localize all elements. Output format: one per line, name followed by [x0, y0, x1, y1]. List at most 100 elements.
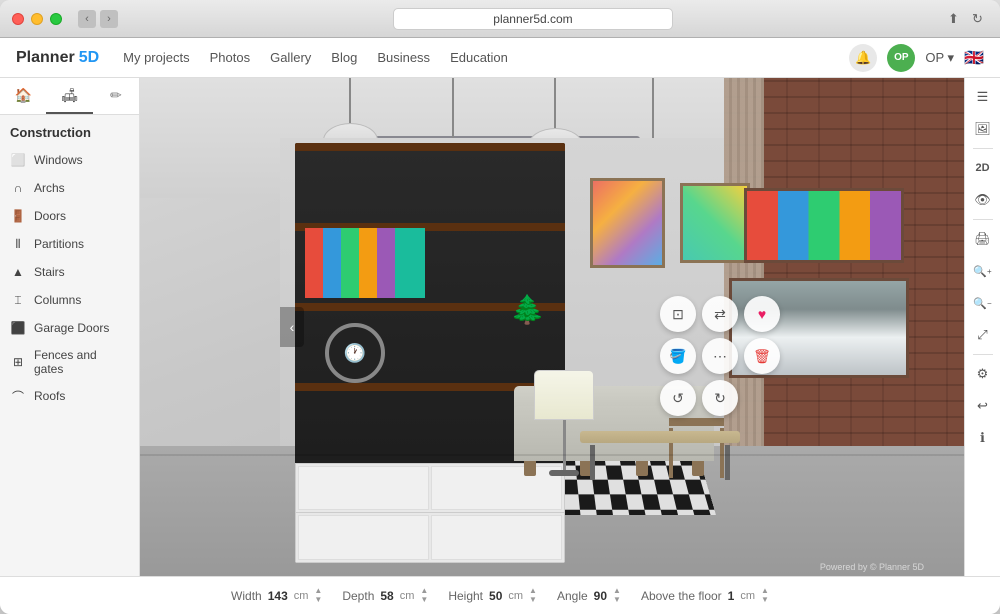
sidebar-item-archs[interactable]: ∩ Archs: [0, 174, 139, 202]
depth-up[interactable]: ▲: [420, 587, 428, 595]
wire-2: [452, 78, 454, 138]
zoom-out-btn[interactable]: 🔍−: [968, 288, 998, 318]
sidebar-item-doors[interactable]: 🚪 Doors: [0, 202, 139, 230]
fab-heart-btn[interactable]: ♥: [744, 296, 780, 332]
width-down[interactable]: ▼: [314, 596, 322, 604]
depth-spinner[interactable]: ▲ ▼: [420, 587, 428, 604]
nav-business[interactable]: Business: [377, 50, 430, 65]
back-button[interactable]: ‹: [78, 10, 96, 28]
fab-flip-btn[interactable]: ⇄: [702, 296, 738, 332]
height-down[interactable]: ▼: [529, 596, 537, 604]
height-spinner[interactable]: ▲ ▼: [529, 587, 537, 604]
coffee-table-top: [580, 431, 740, 443]
nav-photos[interactable]: Photos: [210, 50, 250, 65]
fab-more-btn[interactable]: ⋯: [702, 338, 738, 374]
notifications-bell[interactable]: 🔔: [849, 44, 877, 72]
depth-label: Depth: [342, 589, 374, 603]
forward-button[interactable]: ›: [100, 10, 118, 28]
coffee-table-leg-2: [725, 445, 730, 480]
separator-2: [973, 219, 993, 220]
browser-nav: ‹ ›: [78, 10, 118, 28]
doors-label: Doors: [34, 209, 66, 223]
columns-label: Columns: [34, 293, 81, 307]
roofs-label: Roofs: [34, 389, 65, 403]
print-btn[interactable]: 🖨: [968, 224, 998, 254]
close-button[interactable]: [12, 13, 24, 25]
logo-suffix: 5D: [79, 49, 99, 67]
app-logo: Planner5D: [16, 49, 99, 67]
height-value: 50: [489, 589, 502, 603]
sidebar-tabs: 🏠 🛋 ✏: [0, 78, 139, 115]
window-chrome: ‹ › planner5d.com ⬆ ↻ Planner5D My proje…: [0, 0, 1000, 614]
title-bar-actions: ⬆ ↻: [948, 11, 988, 27]
angle-up[interactable]: ▲: [613, 587, 621, 595]
3d-view-btn[interactable]: 👁: [968, 185, 998, 215]
windows-icon: ⬜: [10, 152, 26, 168]
separator-3: [973, 354, 993, 355]
texture-btn[interactable]: 🖼: [968, 114, 998, 144]
language-selector[interactable]: 🇬🇧: [964, 48, 984, 68]
nav-my-projects[interactable]: My projects: [123, 50, 189, 65]
height-label: Height: [448, 589, 483, 603]
minimize-button[interactable]: [31, 13, 43, 25]
fullscreen-btn[interactable]: ⤢: [968, 320, 998, 350]
menu-icon-btn[interactable]: ☰: [968, 82, 998, 112]
fab-paint-btn[interactable]: 🪣: [660, 338, 696, 374]
settings-btn[interactable]: ⚙: [968, 359, 998, 389]
share-btn[interactable]: ↩: [968, 391, 998, 421]
above-floor-spinner[interactable]: ▲ ▼: [761, 587, 769, 604]
nav-education[interactable]: Education: [450, 50, 508, 65]
sidebar-item-windows[interactable]: ⬜ Windows: [0, 146, 139, 174]
share-icon[interactable]: ⬆: [948, 11, 964, 27]
app-navbar: Planner5D My projects Photos Gallery Blo…: [0, 38, 1000, 78]
width-unit: cm: [294, 590, 309, 602]
zoom-in-btn[interactable]: 🔍+: [968, 256, 998, 286]
tab-home[interactable]: 🏠: [0, 78, 46, 114]
columns-icon: ⌶: [10, 292, 26, 308]
sidebar-item-garage-doors[interactable]: ⬛ Garage Doors: [0, 314, 139, 342]
back-arrow-button[interactable]: ‹: [280, 307, 304, 347]
nav-gallery[interactable]: Gallery: [270, 50, 311, 65]
fab-rotate-left-btn[interactable]: ↺: [660, 380, 696, 416]
width-spinner[interactable]: ▲ ▼: [314, 587, 322, 604]
fab-container: ⊡ ⇄ ♥ 🪣 ⋯ 🗑 ↺ ↻: [660, 296, 780, 416]
painting-1-art: [593, 181, 662, 265]
fab-copy-btn[interactable]: ⊡: [660, 296, 696, 332]
sidebar-item-fences[interactable]: ⊞ Fences and gates: [0, 342, 139, 382]
fab-delete-btn[interactable]: 🗑: [744, 338, 780, 374]
room-scene: 1 ▼ 📷: [140, 78, 964, 576]
maximize-button[interactable]: [50, 13, 62, 25]
2d-view-btn[interactable]: 2D: [968, 153, 998, 183]
lower-cabinet: [295, 463, 565, 563]
coffee-table[interactable]: [580, 431, 740, 481]
width-up[interactable]: ▲: [314, 587, 322, 595]
user-avatar[interactable]: OP: [887, 44, 915, 72]
reload-icon[interactable]: ↻: [972, 11, 988, 27]
width-control: Width 143 cm ▲ ▼: [231, 587, 322, 604]
angle-down[interactable]: ▼: [613, 596, 621, 604]
tab-edit[interactable]: ✏: [93, 78, 139, 114]
fab-rotate-right-btn[interactable]: ↻: [702, 380, 738, 416]
side-table-top: [669, 418, 724, 426]
sidebar-item-stairs[interactable]: ▲ Stairs: [0, 258, 139, 286]
angle-spinner[interactable]: ▲ ▼: [613, 587, 621, 604]
fences-icon: ⊞: [10, 354, 26, 370]
url-bar[interactable]: planner5d.com: [393, 8, 673, 30]
archs-label: Archs: [34, 181, 65, 195]
garage-icon: ⬛: [10, 320, 26, 336]
nav-blog[interactable]: Blog: [331, 50, 357, 65]
angle-label: Angle: [557, 589, 588, 603]
height-up[interactable]: ▲: [529, 587, 537, 595]
tab-furniture[interactable]: 🛋: [46, 78, 92, 114]
depth-down[interactable]: ▼: [420, 596, 428, 604]
user-menu[interactable]: OP ▾: [925, 50, 954, 66]
sidebar-item-columns[interactable]: ⌶ Columns: [0, 286, 139, 314]
windows-label: Windows: [34, 153, 83, 167]
above-floor-down[interactable]: ▼: [761, 596, 769, 604]
traffic-lights: [12, 13, 62, 25]
viewport-3d[interactable]: 1 ▼ 📷: [140, 78, 964, 576]
info-btn[interactable]: ℹ: [968, 423, 998, 453]
above-floor-up[interactable]: ▲: [761, 587, 769, 595]
sidebar-item-roofs[interactable]: ⌒ Roofs: [0, 382, 139, 410]
sidebar-item-partitions[interactable]: ⦀ Partitions: [0, 230, 139, 258]
